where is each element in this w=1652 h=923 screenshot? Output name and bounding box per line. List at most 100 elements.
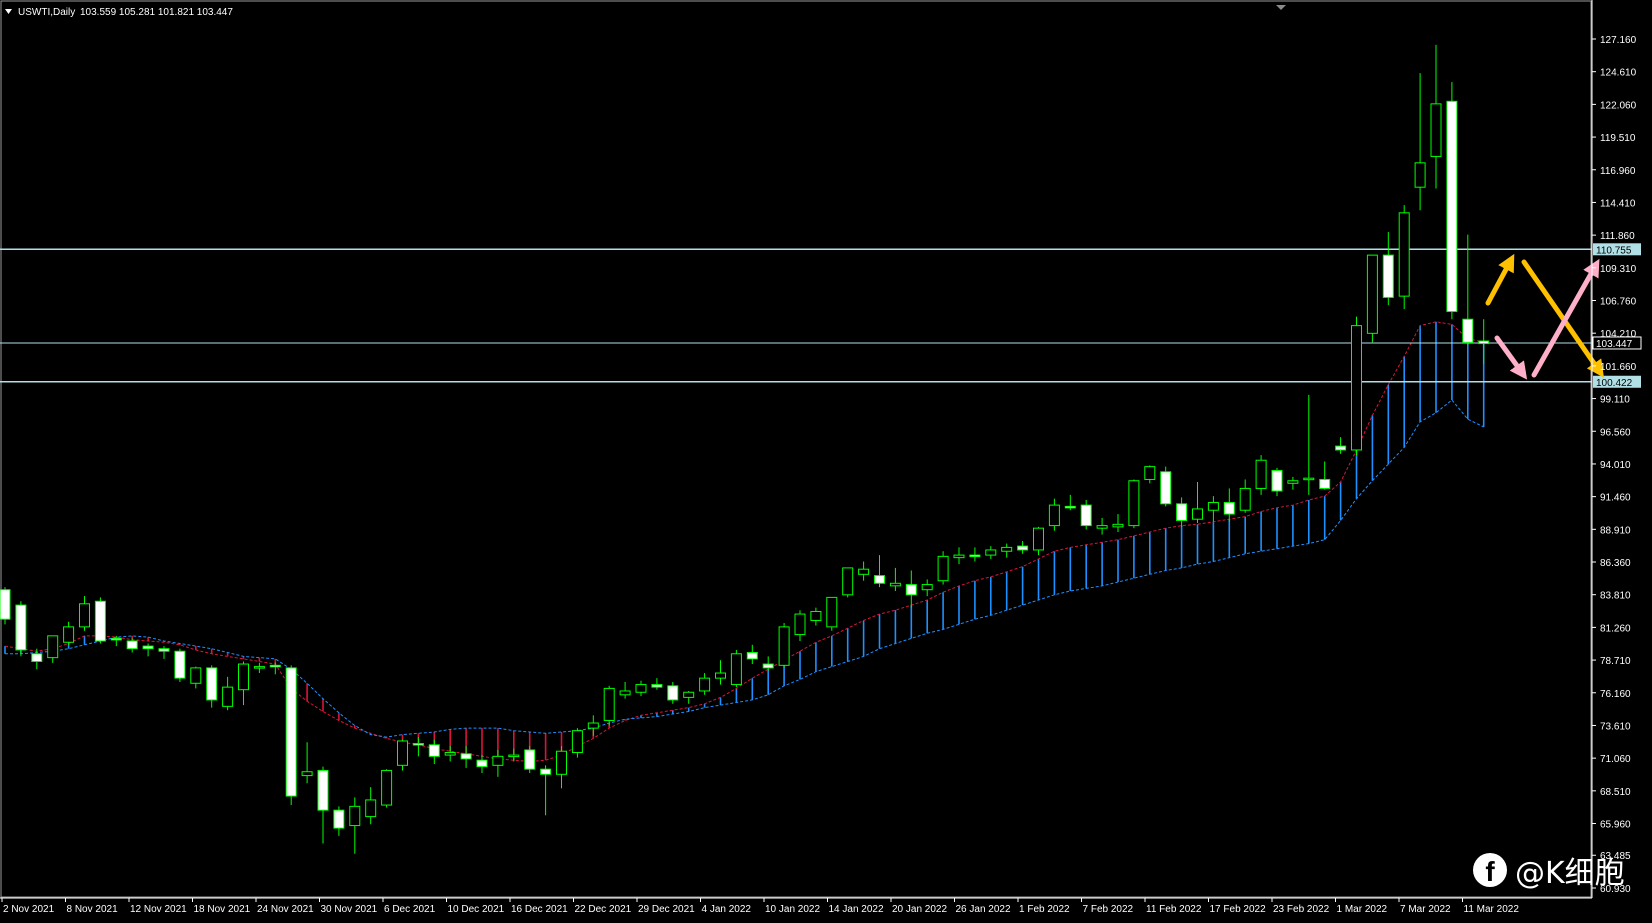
bull-candle-body [842, 567, 854, 596]
candlestick-chart[interactable]: 110.755 103.447 100.422 127.160 124.610 122.… [0, 0, 1652, 918]
price-tick-label: 119.510 [1600, 133, 1636, 144]
bear-candle-body [1382, 254, 1394, 298]
bear-candle-body [1478, 340, 1490, 345]
price-tick-label: 88.910 [1600, 525, 1631, 536]
time-tick-label: 26 Jan 2022 [956, 904, 1011, 915]
bear-candle-body [285, 667, 297, 797]
ohlc-label: 103.559 105.281 101.821 103.447 [80, 7, 233, 18]
bull-candle-body [778, 626, 790, 666]
bear-candle-body [412, 743, 424, 746]
price-tick-label: 111.860 [1600, 231, 1635, 242]
price-tick-label: 86.360 [1600, 558, 1631, 569]
symbol-label: USWTI,Daily [18, 7, 75, 18]
level-price-label: 100.422 [1596, 378, 1633, 389]
bull-candle-body [349, 805, 361, 827]
facebook-icon: f [1473, 853, 1507, 887]
bull-candle-body [79, 603, 90, 628]
bull-candle-body [1144, 466, 1156, 480]
price-tick-label: 73.610 [1600, 721, 1631, 732]
bull-candle-body [921, 584, 933, 591]
bull-candle-body [556, 750, 567, 775]
bull-candle-body [1414, 162, 1426, 188]
bull-candle-body [699, 677, 711, 692]
price-tick-label: 78.710 [1600, 656, 1631, 667]
time-tick-label: 10 Dec 2021 [448, 904, 505, 915]
bull-candle-body [1351, 325, 1362, 451]
price-tick-label: 76.160 [1600, 689, 1631, 700]
bull-candle-body [619, 690, 631, 696]
time-tick-label: 18 Nov 2021 [194, 904, 251, 915]
price-tick-label: 127.160 [1600, 35, 1637, 46]
chart-canvas[interactable]: 110.755 103.447 100.422 127.160 124.610 122.… [0, 0, 1652, 918]
level-price-label: 110.755 [1596, 245, 1632, 256]
price-tick-label: 124.610 [1600, 68, 1637, 79]
bear-candle-body [31, 653, 43, 662]
bear-candle-body [651, 684, 663, 688]
bear-candle-body [1319, 478, 1331, 489]
price-tick-label: 91.460 [1600, 493, 1631, 504]
bear-candle-body [540, 768, 552, 775]
bear-candle-body [1080, 504, 1092, 527]
time-tick-label: 6 Dec 2021 [384, 904, 436, 915]
price-tick-label: 71.060 [1600, 754, 1631, 765]
price-tick-label: 68.510 [1600, 787, 1631, 798]
bull-candle-body [1430, 103, 1442, 157]
bull-candle-body [444, 752, 456, 756]
bull-candle-body [1398, 212, 1410, 297]
bear-candle-body [1223, 502, 1235, 515]
time-tick-label: 11 Feb 2022 [1146, 904, 1202, 915]
price-tick-label: 96.560 [1600, 427, 1631, 438]
bull-candle-body [635, 684, 647, 693]
price-tick-label: 99.110 [1600, 395, 1630, 406]
bull-candle-body [63, 626, 75, 643]
price-tick-label: 109.310 [1600, 264, 1637, 275]
bull-candle-body [985, 549, 997, 556]
time-tick-label: 11 Mar 2022 [1464, 904, 1520, 915]
bull-candle-body [1001, 546, 1013, 552]
time-tick-label: 10 Jan 2022 [765, 904, 820, 915]
bear-candle-body [428, 744, 440, 757]
bear-candle-body [174, 650, 186, 679]
bear-candle-body [1176, 503, 1188, 521]
bull-candle-body [1207, 502, 1219, 511]
bull-candle-body [190, 667, 202, 684]
bear-candle-body [667, 685, 679, 701]
bear-candle-body [158, 648, 170, 652]
bear-candle-body [1064, 505, 1076, 509]
bear-candle-body [94, 600, 106, 642]
bear-candle-body [317, 769, 329, 811]
price-tick-label: 122.060 [1600, 100, 1637, 111]
bull-candle-body [810, 610, 822, 621]
bear-candle-body [460, 753, 472, 760]
bull-candle-body [1033, 527, 1044, 551]
bear-candle-body [1462, 318, 1474, 343]
price-tick-label: 65.960 [1600, 820, 1631, 831]
bull-candle-body [492, 755, 504, 766]
time-tick-label: 30 Nov 2021 [321, 904, 378, 915]
time-tick-label: 7 Mar 2022 [1400, 904, 1451, 915]
bull-candle-body [826, 596, 838, 628]
price-tick-label: 81.260 [1600, 623, 1631, 634]
bull-candle-body [1239, 487, 1251, 511]
time-tick-label: 2 Nov 2021 [3, 904, 55, 915]
bull-candle-body [1128, 480, 1140, 527]
bull-candle-body [238, 663, 249, 691]
bear-candle-body [142, 645, 154, 650]
time-tick-label: 29 Dec 2021 [638, 904, 695, 915]
bear-candle-body [524, 749, 536, 770]
bull-candle-body [1287, 480, 1299, 484]
bull-candle-body [1303, 477, 1315, 481]
bear-candle-body [905, 584, 917, 596]
bear-candle-body [1335, 445, 1347, 451]
bull-candle-body [858, 568, 870, 575]
bull-candle-body [794, 613, 806, 636]
bear-candle-body [15, 604, 27, 651]
time-tick-label: 16 Dec 2021 [511, 904, 568, 915]
bear-candle-body [874, 575, 885, 584]
bull-candle-body [47, 635, 59, 659]
time-tick-label: 20 Jan 2022 [892, 904, 947, 915]
price-tick-label: 94.010 [1600, 460, 1631, 471]
bear-candle-body [110, 637, 122, 641]
bull-candle-body [397, 740, 408, 766]
bull-candle-body [1096, 525, 1108, 529]
